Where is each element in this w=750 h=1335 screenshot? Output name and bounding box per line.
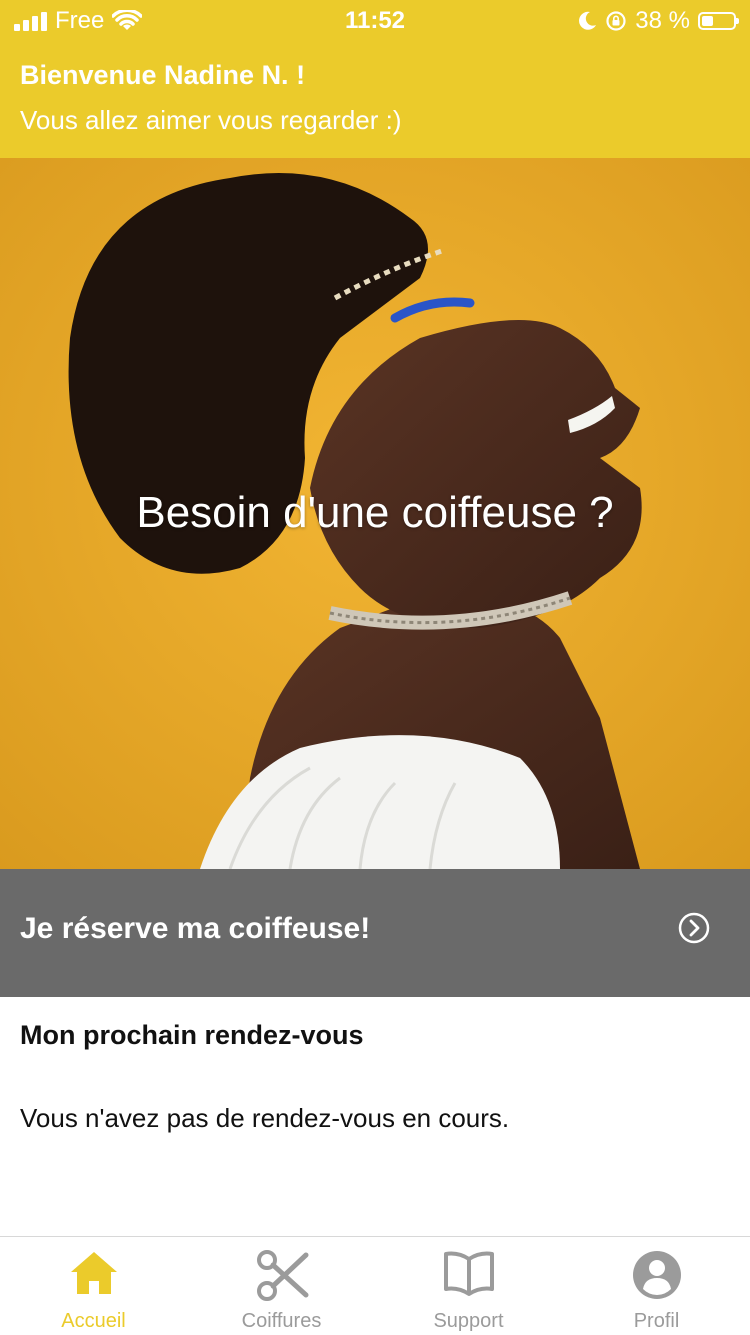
tab-coiffures-label: Coiffures: [241, 1310, 322, 1332]
scissors-icon: [256, 1250, 308, 1301]
user-icon: [632, 1251, 681, 1299]
chevron-right-circle-icon: [678, 912, 710, 944]
book-icon: [443, 1251, 494, 1296]
battery-icon: [698, 12, 739, 30]
battery-percent: 38 %: [635, 7, 690, 34]
welcome-tagline: Vous allez aimer vous regarder :): [20, 105, 402, 135]
hero-title: Besoin d'une coiffeuse ?: [136, 488, 614, 537]
app-header: Free 11:52 38 % Bienvenue Nadine N. ! Vo…: [0, 0, 750, 158]
book-hairdresser-label: Je réserve ma coiffeuse!: [20, 912, 371, 945]
moon-icon: [579, 11, 597, 30]
tab-profil-label: Profil: [633, 1310, 680, 1332]
book-hairdresser-button[interactable]: Je réserve ma coiffeuse!: [0, 869, 750, 997]
home-icon: [70, 1252, 117, 1294]
tab-bar: Accueil Coiffures Support Profil: [0, 1236, 750, 1334]
tab-support[interactable]: Support: [375, 1237, 562, 1335]
next-appointment-title: Mon prochain rendez-vous: [20, 1020, 364, 1050]
welcome-title: Bienvenue Nadine N. !: [20, 60, 306, 90]
status-bar: Free 11:52 38 %: [0, 0, 750, 42]
tab-coiffures[interactable]: Coiffures: [188, 1237, 375, 1335]
orientation-lock-icon: [606, 11, 626, 31]
tab-accueil[interactable]: Accueil: [0, 1237, 187, 1335]
tab-support-label: Support: [433, 1310, 504, 1332]
tab-accueil-label: Accueil: [61, 1310, 126, 1332]
no-appointment-message: Vous n'avez pas de rendez-vous en cours.: [20, 1103, 510, 1133]
battery-level: [702, 16, 713, 26]
status-right: 38 %: [577, 7, 739, 35]
tab-profil[interactable]: Profil: [563, 1237, 750, 1335]
hero-banner: Besoin d'une coiffeuse ?: [0, 158, 750, 869]
